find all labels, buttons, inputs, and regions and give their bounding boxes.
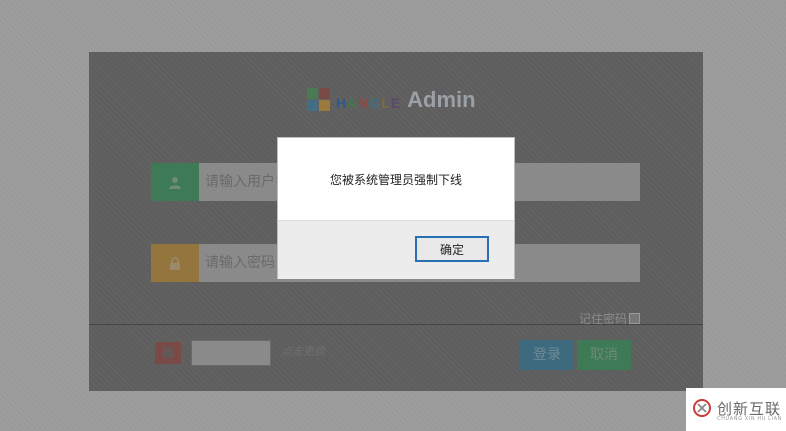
- logo-brand: HANGLE: [336, 95, 402, 111]
- cancel-button[interactable]: 取消: [577, 340, 631, 370]
- login-button[interactable]: 登录: [520, 340, 574, 370]
- logo-icon: [307, 88, 331, 112]
- lock-icon: [151, 244, 199, 282]
- captcha-badge: 验: [155, 342, 181, 364]
- remember-checkbox[interactable]: [629, 313, 641, 324]
- watermark-logo-icon: [693, 399, 711, 417]
- watermark-subtext: CHUANG XIN HU LIAN: [717, 416, 782, 422]
- logo-admin-text: Admin: [407, 87, 476, 112]
- watermark: 创新互联 CHUANG XIN HU LIAN: [686, 388, 786, 431]
- dialog-message: 您被系统管理员强制下线: [329, 172, 462, 187]
- alert-dialog: 您被系统管理员强制下线 确定: [277, 137, 515, 279]
- captcha-image[interactable]: 点击更换: [281, 342, 343, 362]
- captcha-input[interactable]: [191, 340, 271, 366]
- ok-button[interactable]: 确定: [415, 236, 489, 262]
- divider: [89, 324, 703, 325]
- dialog-footer: 确定: [278, 220, 514, 279]
- app-logo: HANGLE Admin: [307, 87, 476, 113]
- user-icon: [151, 163, 199, 201]
